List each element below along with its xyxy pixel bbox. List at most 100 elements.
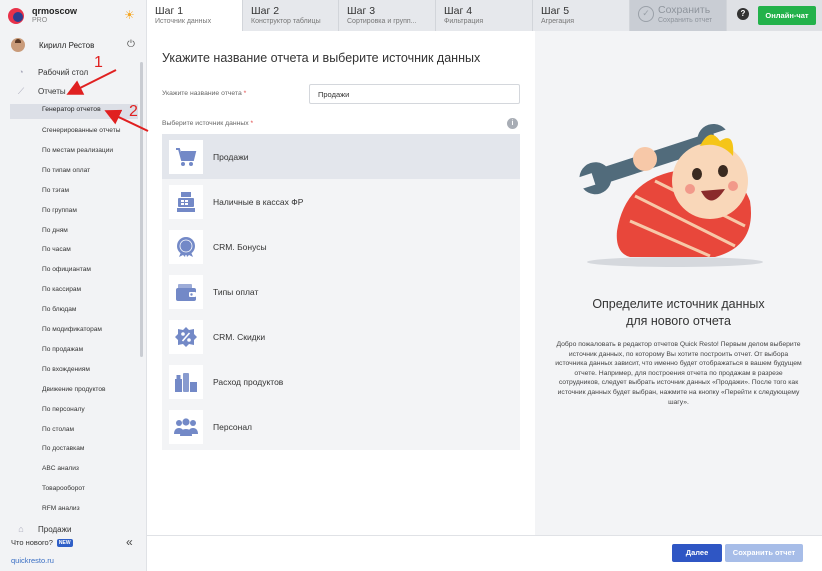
sidebar-sub-item[interactable]: По персоналу	[42, 405, 85, 415]
online-chat-button[interactable]: Онлайн-чат	[758, 6, 816, 25]
page-title: Укажите название отчета и выберите источ…	[162, 51, 481, 65]
tab-step-1[interactable]: Шаг 1 Источник данных	[147, 0, 243, 31]
collapse-sidebar-icon[interactable]: «	[126, 535, 133, 549]
account-switcher[interactable]: qrmoscow PRO ☀	[0, 0, 147, 31]
report-name-label-text: Укажите название отчета	[162, 90, 242, 97]
cash-register-icon	[177, 191, 195, 212]
tab-save[interactable]: ✓ Сохранить Сохранить отчет	[630, 0, 727, 31]
sidebar-item-label: Генератор отчетов	[42, 106, 101, 113]
basket-icon: ⌂	[18, 524, 24, 534]
sidebar-sub-item[interactable]: По дням	[42, 226, 68, 236]
power-icon[interactable]: ⏻	[127, 39, 135, 50]
sidebar-sub-item[interactable]: По доставкам	[42, 444, 84, 454]
tab-step-subtitle: Сортировка и групп...	[347, 18, 417, 25]
whats-new-link[interactable]: Что нового? NEW	[11, 538, 73, 547]
sidebar-sub-item[interactable]: По кассирам	[42, 285, 81, 295]
tab-step-title: Шаг 2	[251, 5, 280, 17]
bonus-badge-icon	[177, 236, 195, 257]
sidebar: qrmoscow PRO ☀ Кирилл Рестов ⏻ ◔ Рабочий…	[0, 0, 147, 571]
sidebar-sub-item[interactable]: По блюдам	[42, 305, 76, 315]
sidebar-sub-item[interactable]: По вхождениям	[42, 365, 90, 375]
annotation-number: 1	[94, 54, 103, 71]
tab-step-3[interactable]: Шаг 3 Сортировка и групп...	[339, 0, 436, 31]
sidebar-sub-item[interactable]: По группам	[42, 206, 77, 216]
source-item-payment-types[interactable]: Типы оплат	[162, 269, 520, 314]
sun-icon[interactable]: ☀	[124, 9, 135, 21]
tab-save-title: Сохранить	[658, 4, 711, 16]
tab-step-title: Шаг 4	[444, 5, 473, 17]
sidebar-sub-item[interactable]: По модификаторам	[42, 325, 102, 335]
source-label: CRM. Скидки	[213, 331, 266, 342]
source-item-crm-discounts[interactable]: CRM. Скидки	[162, 314, 520, 359]
tab-step-title: Шаг 1	[155, 5, 184, 17]
next-button[interactable]: Далее	[672, 544, 722, 562]
info-title: Определите источник данных для нового от…	[535, 296, 822, 330]
step-tabs: Шаг 1 Источник данных Шаг 2 Конструктор …	[147, 0, 822, 31]
staff-icon	[174, 417, 198, 436]
tab-step-title: Шаг 3	[347, 5, 376, 17]
tab-step-5[interactable]: Шаг 5 Агрегация	[533, 0, 630, 31]
tab-step-subtitle: Конструктор таблицы	[251, 18, 321, 25]
source-item-cash[interactable]: Наличные в кассах ФР	[162, 179, 520, 224]
sidebar-sub-item[interactable]: Сгенерированные отчеты	[42, 126, 120, 136]
user-profile[interactable]: Кирилл Рестов ⏻	[0, 35, 147, 55]
info-title-line: для нового отчета	[626, 314, 731, 328]
check-circle-icon: ✓	[638, 6, 654, 22]
sidebar-item-label: Продажи	[38, 524, 72, 534]
tab-step-subtitle: Агрегация	[541, 18, 575, 25]
sidebar-sub-item[interactable]: По местам реализации	[42, 146, 113, 156]
sidebar-sub-item[interactable]: По продажам	[42, 345, 83, 355]
whats-new-label: Что нового?	[11, 538, 53, 547]
source-label: Продажи	[213, 151, 249, 162]
sidebar-sub-item[interactable]: По тэгам	[42, 186, 69, 196]
save-report-button[interactable]: Сохранить отчет	[725, 544, 803, 562]
source-item-product-usage[interactable]: Расход продуктов	[162, 359, 520, 404]
avatar	[11, 38, 25, 52]
wallet-icon	[176, 283, 196, 301]
required-mark: *	[243, 90, 247, 97]
app-logo	[8, 7, 24, 24]
data-source-label: Выберите источник данных *	[162, 120, 253, 127]
tab-step-title: Шаг 5	[541, 5, 570, 17]
sidebar-item-dashboard[interactable]: ◔ Рабочий стол	[14, 67, 88, 77]
account-name: qrmoscow	[32, 5, 78, 16]
products-icon	[175, 372, 197, 392]
speedometer-icon: ◔	[18, 67, 24, 77]
report-name-input[interactable]	[309, 84, 520, 104]
info-description: Добро пожаловать в редактор отчетов Quic…	[555, 341, 802, 406]
sidebar-sub-item[interactable]: RFM анализ	[42, 504, 80, 514]
sidebar-item-label: Отчеты	[38, 87, 66, 96]
sidebar-item-sales[interactable]: ⌂ Продажи	[14, 524, 71, 534]
source-label: CRM. Бонусы	[213, 241, 267, 252]
source-item-sales[interactable]: Продажи	[162, 134, 520, 179]
tab-step-subtitle: Фильтрация	[444, 18, 484, 25]
sidebar-scrollbar[interactable]	[140, 62, 143, 357]
sidebar-sub-item[interactable]: По столам	[42, 425, 74, 435]
source-item-staff[interactable]: Персонал	[162, 404, 520, 449]
account-plan: PRO	[32, 16, 48, 24]
sidebar-sub-item[interactable]: Товарооборот	[42, 484, 85, 494]
sidebar-sub-item[interactable]: По типам оплат	[42, 166, 90, 176]
sidebar-sub-item[interactable]: ABC анализ	[42, 464, 79, 474]
sidebar-item-reports[interactable]: ⟋ Отчеты	[14, 86, 66, 97]
sidebar-sub-item[interactable]: Движение продуктов	[42, 385, 106, 395]
site-link[interactable]: quickresto.ru	[11, 556, 54, 565]
baby-mechanic-illustration	[576, 123, 763, 267]
tab-step-4[interactable]: Шаг 4 Фильтрация	[436, 0, 533, 31]
sidebar-item-label: Рабочий стол	[38, 67, 89, 77]
help-icon[interactable]: ?	[737, 8, 749, 20]
annotation-number: 2	[129, 103, 138, 120]
info-icon[interactable]: i	[507, 118, 518, 129]
sidebar-sub-item[interactable]: По часам	[42, 245, 71, 255]
cart-icon	[176, 147, 197, 166]
source-label: Персонал	[213, 421, 253, 432]
user-name: Кирилл Рестов	[39, 40, 95, 50]
info-panel: Определите источник данных для нового от…	[535, 31, 822, 535]
source-item-crm-bonus[interactable]: CRM. Бонусы	[162, 224, 520, 269]
data-source-list: Продажи Наличные в кассах ФР CRM. Бонусы…	[162, 134, 520, 450]
source-label: Расход продуктов	[213, 376, 284, 387]
report-name-label: Укажите название отчета *	[162, 90, 246, 97]
tab-step-2[interactable]: Шаг 2 Конструктор таблицы	[243, 0, 339, 31]
new-badge: NEW	[56, 538, 73, 547]
sidebar-sub-item[interactable]: По официантам	[42, 265, 91, 275]
